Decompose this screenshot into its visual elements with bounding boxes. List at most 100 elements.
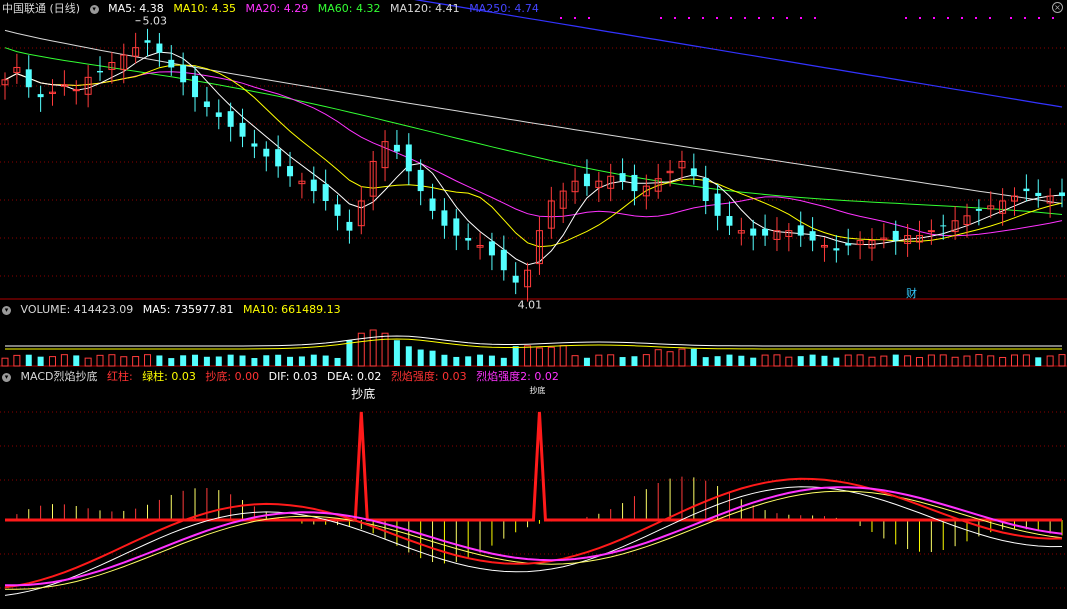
candle-down	[322, 184, 329, 201]
volume-bar	[904, 355, 912, 367]
signal-dot	[814, 17, 816, 19]
signal-dot	[1024, 17, 1026, 19]
candle-down	[405, 144, 412, 172]
ma5-label: MA5: 4.38	[108, 2, 164, 15]
signal-dot	[800, 17, 802, 19]
macd-red: 红柱:	[106, 370, 137, 383]
macd-green: 绿柱: 0.03	[142, 370, 196, 383]
candle-down	[833, 248, 840, 251]
volume-bar	[144, 354, 152, 367]
candle-down	[25, 69, 32, 88]
volume-bar	[702, 357, 709, 366]
volume-bar	[429, 350, 436, 366]
volume-bar	[334, 357, 341, 366]
signal-dot	[588, 17, 590, 19]
candle-down	[488, 241, 495, 256]
volume-bar	[60, 354, 68, 367]
volume-ma5-line	[5, 335, 1062, 347]
volume-bar	[239, 355, 246, 366]
volume-bar	[821, 355, 828, 366]
volume-bar	[726, 354, 733, 366]
volume-bar	[227, 354, 234, 366]
volume-bar	[785, 356, 793, 367]
signal-dot	[933, 17, 935, 19]
volume-bar	[441, 354, 448, 366]
volume-bar	[583, 357, 590, 366]
candle-down	[1059, 192, 1065, 197]
bottom-signal-label: 抄底	[351, 386, 375, 401]
volume-bar	[547, 346, 555, 367]
finance-marker: 财	[906, 286, 917, 300]
volume-settings-icon[interactable]: ▾	[2, 305, 11, 315]
volume-bar	[192, 354, 199, 366]
volume-bar	[381, 332, 389, 367]
volume-ma5: MA5: 735977.81	[142, 303, 234, 316]
volume-bar	[180, 355, 187, 366]
candle-down	[797, 225, 804, 236]
candle-down	[583, 173, 590, 187]
volume-bar	[108, 354, 116, 367]
volume-bar	[465, 356, 472, 366]
candle-down	[690, 168, 697, 177]
volume-bar	[263, 355, 270, 366]
volume-bar	[393, 340, 400, 366]
volume-bar	[844, 354, 852, 367]
volume-bar	[132, 356, 140, 367]
volume-bar	[488, 355, 495, 366]
candle-down	[275, 149, 282, 167]
candle-down	[37, 94, 44, 98]
candle-down	[263, 148, 270, 157]
signal-dot	[730, 17, 732, 19]
volume-bar	[251, 358, 258, 366]
candle-down	[393, 144, 400, 152]
volume-bar	[738, 355, 745, 366]
ma120-line	[4, 29, 1063, 204]
volume-bar	[880, 355, 888, 367]
candle-down	[334, 204, 341, 216]
signal-dot	[702, 17, 704, 19]
volume-bar	[322, 355, 329, 366]
signal-dot	[674, 17, 676, 19]
volume-header: ▾ VOLUME: 414423.09 MA5: 735977.81 MA10:…	[2, 302, 347, 318]
volume-bar	[690, 348, 697, 366]
volume-bar	[963, 355, 971, 367]
volume-bar	[915, 357, 923, 367]
volume-bar	[25, 354, 32, 366]
bottom-signal-label: 抄底	[529, 385, 545, 395]
volume-bar	[678, 348, 686, 367]
volume-bar	[750, 357, 757, 366]
close-icon[interactable]: ×	[1052, 2, 1063, 13]
volume-bar	[168, 358, 175, 366]
candle-down	[168, 59, 175, 68]
volume-bar	[654, 349, 662, 367]
volume-bar	[868, 356, 876, 367]
candle-down	[441, 210, 448, 226]
volume-bar	[453, 356, 460, 366]
volume-bar	[37, 356, 44, 366]
candle-down	[239, 122, 246, 137]
signal-dot	[758, 17, 760, 19]
candle-down	[215, 112, 222, 117]
volume-bar	[535, 347, 543, 367]
candle-down	[1035, 192, 1042, 197]
volume-bar	[797, 356, 804, 366]
ma20-label: MA20: 4.29	[245, 2, 309, 15]
volume-bar	[156, 355, 163, 366]
signal-dot	[1052, 17, 1054, 19]
macd-strength1: 烈焰强度: 0.03	[390, 370, 467, 383]
volume-bar	[369, 329, 377, 367]
volume-bar	[951, 356, 959, 367]
volume-bar	[809, 354, 816, 366]
price-header: 中国联通 (日线) ▾ MA5: 4.38 MA10: 4.35 MA20: 4…	[2, 1, 545, 17]
macd-name: MACD烈焰抄底	[20, 370, 98, 383]
signal-dot	[660, 17, 662, 19]
volume-bar	[607, 354, 615, 367]
candle-down	[892, 230, 899, 241]
macd-settings-icon[interactable]: ▾	[2, 372, 11, 382]
settings-icon[interactable]: ▾	[89, 4, 99, 14]
candle-down	[417, 169, 424, 192]
candle-down	[512, 275, 519, 283]
candle-down	[429, 198, 436, 211]
ma10-label: MA10: 4.35	[173, 2, 237, 15]
volume-bar	[120, 356, 128, 367]
